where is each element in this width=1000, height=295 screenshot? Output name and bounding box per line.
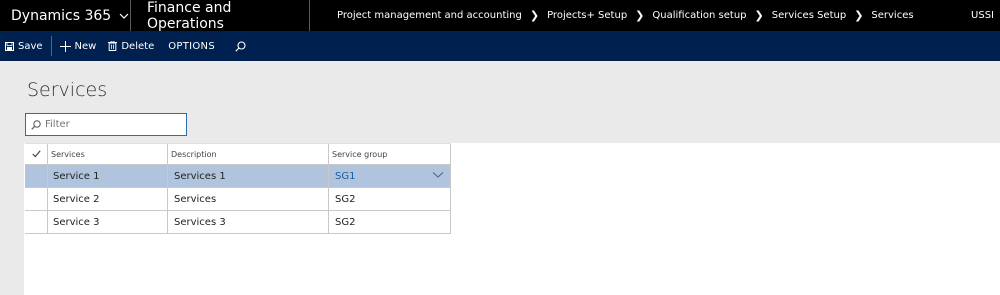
breadcrumb-item-qualification-setup[interactable]: Qualification setup bbox=[652, 10, 746, 21]
breadcrumb-separator-icon: ❯ bbox=[635, 9, 645, 22]
delete-button[interactable]: Delete bbox=[108, 31, 168, 61]
breadcrumb-separator-icon: ❯ bbox=[854, 9, 864, 22]
breadcrumb-item-projects-setup[interactable]: Projects+ Setup bbox=[547, 10, 627, 21]
breadcrumb: Project management and accounting ❯ Proj… bbox=[337, 0, 914, 31]
table-row[interactable]: Service 3 Services 3 SG2 bbox=[25, 211, 451, 234]
breadcrumb-item-project-management[interactable]: Project management and accounting bbox=[337, 10, 522, 21]
table-row[interactable]: Service 1 Services 1 SG1 bbox=[25, 165, 451, 188]
save-label: Save bbox=[18, 40, 43, 52]
options-label: OPTIONS bbox=[168, 40, 215, 52]
search-icon bbox=[235, 40, 246, 52]
row-selector[interactable] bbox=[25, 188, 48, 210]
checkmark-icon bbox=[31, 150, 41, 158]
cell-service-text: Service 3 bbox=[53, 216, 100, 228]
cell-description[interactable]: Services bbox=[168, 188, 329, 210]
cell-description-text: Services bbox=[174, 193, 217, 205]
left-margin bbox=[0, 61, 24, 295]
column-header-services[interactable]: Services bbox=[48, 144, 168, 164]
chevron-down-icon bbox=[119, 13, 129, 19]
cell-service-group[interactable]: SG2 bbox=[329, 211, 451, 233]
content-area: Services Services Description Service gr… bbox=[0, 61, 1000, 295]
table-row[interactable]: Service 2 Services SG2 bbox=[25, 188, 451, 211]
new-button[interactable]: New bbox=[52, 31, 109, 61]
plus-icon bbox=[59, 40, 71, 52]
action-pane: Save New Delete OPTIONS bbox=[0, 31, 1000, 61]
action-search-button[interactable] bbox=[235, 31, 260, 61]
top-navigation-bar: Dynamics 365 Finance and Operations Proj… bbox=[0, 0, 1000, 32]
services-grid: Services Description Service group Servi… bbox=[25, 143, 451, 234]
column-header-description[interactable]: Description bbox=[168, 144, 329, 164]
cell-service[interactable]: Service 2 bbox=[48, 188, 168, 210]
breadcrumb-separator-icon: ❯ bbox=[754, 9, 764, 22]
breadcrumb-item-services[interactable]: Services bbox=[871, 10, 913, 21]
cell-description[interactable]: Services 1 bbox=[168, 165, 329, 187]
new-label: New bbox=[74, 40, 97, 52]
filter-input[interactable] bbox=[45, 119, 175, 130]
breadcrumb-item-services-setup[interactable]: Services Setup bbox=[772, 10, 846, 21]
trash-icon bbox=[108, 41, 118, 51]
save-icon bbox=[5, 41, 14, 51]
options-tab[interactable]: OPTIONS bbox=[168, 31, 235, 61]
search-icon bbox=[31, 119, 41, 130]
cell-service-text: Service 2 bbox=[53, 193, 100, 205]
page-title: Services bbox=[27, 79, 108, 101]
service-group-dropdown[interactable]: SG1 bbox=[329, 165, 451, 187]
cell-service[interactable]: Service 1 bbox=[48, 165, 168, 187]
grid-header-row: Services Description Service group bbox=[25, 143, 451, 165]
app-switcher[interactable]: Dynamics 365 bbox=[0, 0, 131, 31]
module-name: Finance and Operations bbox=[132, 0, 310, 32]
module-label: Finance and Operations bbox=[147, 0, 232, 32]
cell-service-group-text: SG1 bbox=[335, 170, 356, 182]
cell-service[interactable]: Service 3 bbox=[48, 211, 168, 233]
cell-service-text: Service 1 bbox=[53, 170, 100, 182]
delete-label: Delete bbox=[121, 40, 155, 52]
cell-description-text: Services 1 bbox=[174, 170, 226, 182]
column-header-service-group[interactable]: Service group bbox=[329, 144, 451, 164]
filter-box[interactable] bbox=[25, 113, 187, 136]
cell-service-group[interactable]: SG2 bbox=[329, 188, 451, 210]
company-picker[interactable]: USSI bbox=[971, 0, 994, 31]
cell-service-group-text: SG2 bbox=[335, 216, 356, 228]
chevron-down-icon[interactable] bbox=[432, 171, 444, 179]
select-all-checkbox[interactable] bbox=[25, 144, 48, 164]
app-name: Dynamics 365 bbox=[11, 7, 112, 24]
breadcrumb-separator-icon: ❯ bbox=[529, 9, 540, 22]
cell-description-text: Services 3 bbox=[174, 216, 226, 228]
save-button[interactable]: Save bbox=[0, 36, 52, 56]
cell-service-group-text: SG2 bbox=[335, 193, 356, 205]
row-selector[interactable] bbox=[25, 211, 48, 233]
company-label: USSI bbox=[971, 10, 994, 21]
row-selector[interactable] bbox=[25, 165, 48, 187]
cell-description[interactable]: Services 3 bbox=[168, 211, 329, 233]
